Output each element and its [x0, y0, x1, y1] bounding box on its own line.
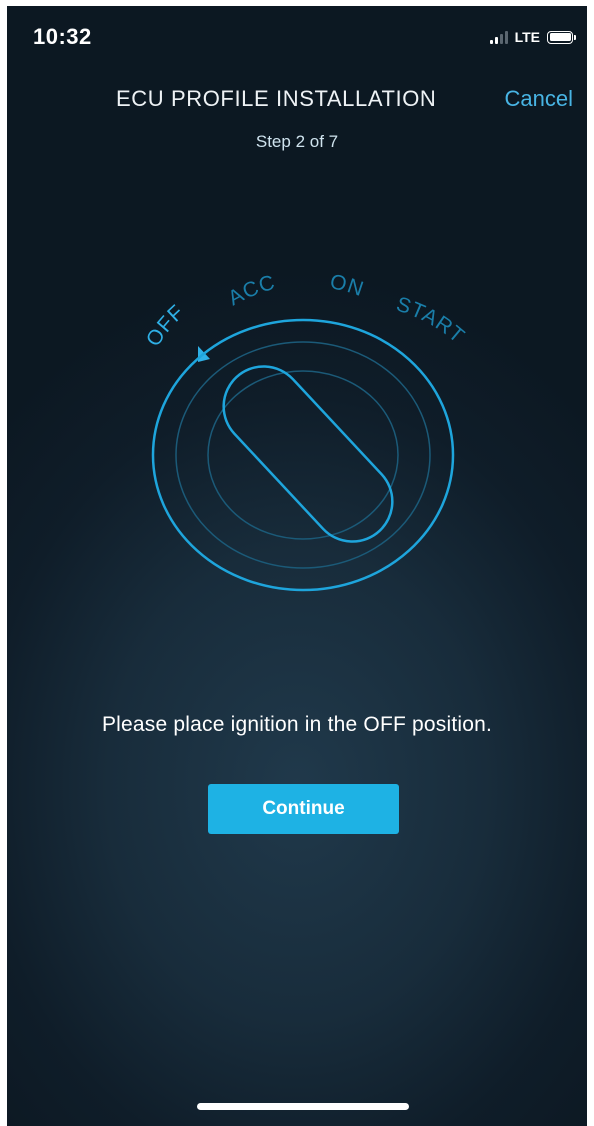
home-indicator[interactable] — [197, 1103, 409, 1110]
signal-icon — [489, 30, 508, 44]
continue-button[interactable]: Continue — [208, 784, 399, 834]
cancel-button[interactable]: Cancel — [505, 86, 573, 112]
ignition-switch-diagram: OFF ACC ON START — [142, 270, 470, 592]
status-bar: 10:32 LTE — [7, 6, 587, 62]
ignition-inner-ring — [207, 370, 399, 540]
battery-fill — [549, 33, 571, 41]
network-label: LTE — [514, 29, 540, 45]
instruction-text: Please place ignition in the OFF positio… — [101, 713, 493, 736]
position-label-acc: ACC — [224, 271, 278, 310]
battery-icon — [547, 30, 576, 44]
step-indicator: Step 2 of 7 — [255, 132, 339, 151]
position-label-on: ON — [328, 270, 367, 301]
ignition-middle-ring — [175, 341, 431, 569]
position-label-start: START — [394, 293, 470, 348]
status-indicators: LTE — [489, 27, 576, 47]
ignition-key-slot — [222, 365, 394, 543]
page-title: ECU PROFILE INSTALLATION — [116, 86, 437, 111]
position-label-off: OFF — [142, 300, 189, 350]
app-screen: 10:32 LTE ECU PROFILE INSTALLATION Cance… — [7, 6, 587, 1126]
status-time: 10:32 — [33, 24, 92, 49]
